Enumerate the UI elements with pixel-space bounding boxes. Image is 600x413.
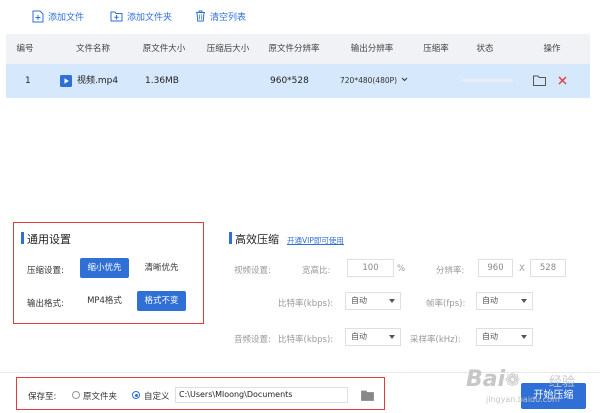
- browse-folder-icon[interactable]: [361, 390, 374, 401]
- radio-original-folder[interactable]: [72, 391, 80, 399]
- compress-small-first-button[interactable]: 缩小优先: [80, 258, 129, 278]
- add-folder-button[interactable]: 添加文件夹: [110, 8, 172, 24]
- output-format-label: 输出格式:: [27, 299, 64, 309]
- video-bitrate-select[interactable]: 自动: [345, 292, 401, 310]
- watermark-url: jingyan.baidu.com: [486, 395, 560, 404]
- general-title-bar: [21, 232, 24, 244]
- watermark-brand-a: Bai: [466, 367, 506, 392]
- efficient-title-bar: [229, 232, 232, 244]
- output-resolution-value: 720*480(480P): [340, 76, 398, 85]
- aspect-ratio-input[interactable]: 100: [347, 259, 394, 277]
- row-filename: 视频.mp4: [77, 76, 119, 86]
- resolution-x: X: [519, 264, 525, 274]
- audio-bitrate-value: 自动: [351, 332, 367, 341]
- video-file-icon: [60, 75, 72, 87]
- original-folder-label: 原文件夹: [83, 392, 118, 402]
- compress-settings-label: 压缩设置:: [27, 266, 64, 276]
- format-keep-button[interactable]: 格式不变: [137, 291, 186, 311]
- chevron-down-icon: [401, 77, 408, 82]
- col-orig-resolution: 原文件分辨率: [268, 44, 320, 54]
- col-actions: 操作: [543, 44, 561, 54]
- custom-label: 自定义: [144, 392, 170, 402]
- col-status: 状态: [476, 44, 494, 54]
- clear-list-label: 清空列表: [210, 12, 247, 23]
- caret-down-icon: [521, 299, 527, 303]
- trash-icon: [196, 10, 205, 22]
- col-ratio: 压缩率: [423, 44, 449, 54]
- samplerate-select[interactable]: 自动: [476, 328, 533, 346]
- audio-settings-label: 音频设置:: [234, 335, 271, 345]
- caret-down-icon: [521, 335, 527, 339]
- general-settings-title: 通用设置: [27, 233, 71, 246]
- caret-down-icon: [389, 335, 395, 339]
- video-bitrate-label: 比特率(kbps):: [278, 299, 334, 309]
- format-mp4-button[interactable]: MP4格式: [80, 291, 129, 311]
- resolution-height-input[interactable]: 528: [530, 259, 566, 277]
- aspect-ratio-label: 宽高比:: [302, 266, 331, 276]
- caret-down-icon: [389, 299, 395, 303]
- resolution-width-input[interactable]: 960: [478, 259, 513, 277]
- efficient-compress-title: 高效压缩: [235, 233, 279, 246]
- framerate-select[interactable]: 自动: [476, 292, 533, 310]
- save-path-input[interactable]: C:\Users\Mloong\Documents: [175, 387, 348, 403]
- framerate-label: 帧率(fps):: [426, 299, 466, 309]
- add-folder-icon: [110, 11, 123, 22]
- add-file-button[interactable]: 添加文件: [32, 8, 84, 24]
- row-orig-size: 1.36MB: [145, 76, 179, 86]
- framerate-value: 自动: [482, 296, 498, 305]
- delete-icon[interactable]: [558, 76, 567, 85]
- video-settings-label: 视频设置:: [234, 266, 271, 276]
- add-file-label: 添加文件: [48, 12, 85, 23]
- row-orig-resolution: 960*528: [270, 76, 309, 86]
- audio-bitrate-select[interactable]: 自动: [345, 328, 401, 346]
- audio-bitrate-label: 比特率(kbps):: [278, 335, 334, 345]
- watermark-brand: Bai❁: [466, 367, 520, 392]
- compress-clear-first-button[interactable]: 清晰优先: [137, 258, 186, 278]
- row-index: 1: [25, 76, 31, 86]
- samplerate-value: 自动: [482, 332, 498, 341]
- table-header: 编号 文件名称 原文件大小 压缩后大小 原文件分辨率 输出分辨率 压缩率 状态 …: [6, 34, 590, 64]
- radio-custom[interactable]: [132, 391, 140, 399]
- add-folder-label: 添加文件夹: [127, 12, 173, 23]
- folder-icon[interactable]: [533, 75, 546, 86]
- col-output-resolution: 输出分辨率: [350, 44, 394, 54]
- paw-icon: ❁: [505, 370, 521, 391]
- save-to-label: 保存至:: [28, 392, 57, 402]
- watermark-brand-b: 经验: [549, 375, 576, 390]
- output-resolution-select[interactable]: 720*480(480P): [336, 73, 410, 88]
- col-compressed-size: 压缩后大小: [206, 44, 250, 54]
- samplerate-label: 采样率(kHz):: [410, 335, 461, 345]
- col-index: 编号: [16, 44, 34, 54]
- vip-link[interactable]: 开通VIP即可使用: [287, 235, 344, 246]
- add-file-icon: [32, 10, 44, 22]
- table-row[interactable]: 1 视频.mp4 1.36MB 960*528 720*480(480P): [6, 64, 590, 98]
- resolution-label: 分辨率:: [436, 266, 465, 276]
- col-filename: 文件名称: [75, 44, 111, 54]
- progress-track: [461, 79, 513, 82]
- aspect-unit: %: [397, 264, 406, 274]
- clear-list-button[interactable]: 清空列表: [195, 8, 246, 24]
- col-orig-size: 原文件大小: [142, 44, 186, 54]
- video-bitrate-value: 自动: [351, 296, 367, 305]
